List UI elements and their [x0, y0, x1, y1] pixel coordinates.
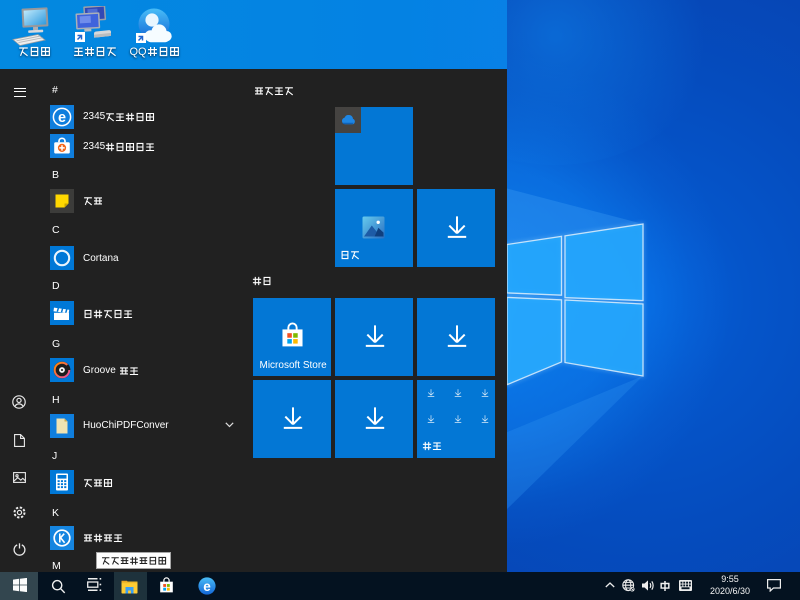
svg-text:e: e — [203, 579, 211, 594]
svg-text:e: e — [58, 110, 66, 126]
